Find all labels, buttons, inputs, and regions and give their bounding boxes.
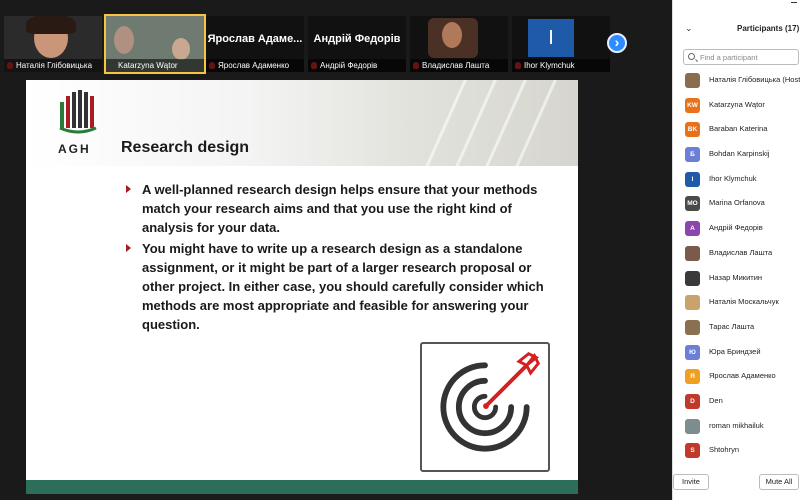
panel-titlebar bbox=[673, 0, 800, 14]
participant-row[interactable]: D Den bbox=[673, 391, 800, 416]
participant-row[interactable]: KW Katarzyna Wątor bbox=[673, 95, 800, 120]
agh-logo bbox=[59, 90, 97, 134]
participant-name: Baraban Katerina bbox=[709, 124, 768, 134]
participant-row[interactable]: Владислав Лашта bbox=[673, 243, 800, 268]
participant-video-face bbox=[442, 22, 462, 48]
participant-video-face bbox=[114, 26, 134, 54]
video-tile-andrii[interactable]: Андрій Федорів Андрій Федорів bbox=[308, 16, 406, 72]
invite-button[interactable]: Invite bbox=[673, 474, 709, 490]
video-tile-name: Андрій Федорів bbox=[308, 59, 406, 72]
video-tile-name: Наталія Глібовицька bbox=[4, 59, 102, 72]
next-page-button[interactable]: › bbox=[607, 33, 627, 53]
bullet-text: You might have to write up a research de… bbox=[142, 241, 544, 332]
avatar: А bbox=[685, 221, 700, 237]
participant-name: Ярослав Адаменко bbox=[709, 371, 776, 381]
video-tile-katarzyna[interactable]: Katarzyna Wątor bbox=[104, 14, 206, 74]
chevron-down-icon[interactable]: ⌄ bbox=[685, 23, 693, 34]
video-tile-nataliia[interactable]: Наталія Глібовицька bbox=[4, 16, 102, 72]
mute-all-button[interactable]: Mute All bbox=[759, 474, 799, 490]
zoom-meeting-window: Наталія Глібовицька Katarzyna Wątor Ярос… bbox=[0, 0, 800, 500]
slide-header bbox=[26, 80, 578, 176]
video-tile-big-name: Андрій Федорів bbox=[313, 33, 401, 45]
participant-name: Shtohryn bbox=[709, 445, 740, 455]
participant-row[interactable]: MO Marina Orfanova bbox=[673, 193, 800, 218]
participants-header: ⌄ Participants (17) bbox=[673, 20, 800, 38]
participant-name: Marina Orfanova bbox=[709, 198, 765, 208]
participant-list: Наталія Глібовицька (Host, me) KW Katarzyn… bbox=[673, 70, 800, 465]
video-tile-name: Владислав Лашта bbox=[410, 59, 508, 72]
participant-row[interactable]: BK Baraban Katerina bbox=[673, 119, 800, 144]
participant-row[interactable]: Ю Юра Бриндзей bbox=[673, 342, 800, 367]
participant-name: Наталія Москальчук bbox=[709, 297, 779, 307]
participant-row[interactable]: Тарас Лашта bbox=[673, 317, 800, 342]
video-tile-vladyslav[interactable]: Владислав Лашта bbox=[410, 16, 508, 72]
avatar: BK bbox=[685, 122, 700, 138]
slide-bullet: You might have to write up a research de… bbox=[126, 239, 546, 334]
participant-row[interactable]: roman mikhailuk bbox=[673, 416, 800, 441]
search-input[interactable] bbox=[700, 52, 796, 63]
search-icon bbox=[688, 53, 695, 60]
participant-name: Тарас Лашта bbox=[709, 321, 755, 331]
slide-bullet-list: A well-planned research design helps ens… bbox=[126, 180, 546, 336]
bullet-text: A well-planned research design helps ens… bbox=[142, 182, 538, 235]
avatar: I bbox=[685, 171, 700, 187]
bullet-arrow-icon bbox=[126, 185, 131, 193]
participant-name: Katarzyna Wątor bbox=[709, 99, 765, 109]
shared-screen-slide: AGH Research design A well-planned resea… bbox=[26, 80, 578, 494]
slide-bullet: A well-planned research design helps ens… bbox=[126, 180, 546, 237]
participant-name: Владислав Лашта bbox=[709, 247, 773, 257]
participant-name: Ihor Klymchuk bbox=[709, 173, 757, 183]
avatar: Ю bbox=[685, 344, 700, 360]
participant-row[interactable]: Наталія Глібовицька (Host, me) bbox=[673, 70, 800, 95]
participant-row[interactable]: Назар Микитин bbox=[673, 268, 800, 293]
avatar: D bbox=[685, 393, 700, 409]
avatar bbox=[685, 319, 700, 335]
participant-name: Bohdan Karpinskij bbox=[709, 149, 770, 159]
participant-row[interactable]: Б Bohdan Karpinskij bbox=[673, 144, 800, 169]
participant-row[interactable]: Наталія Москальчук bbox=[673, 292, 800, 317]
avatar bbox=[685, 295, 700, 311]
target-arrow-icon bbox=[420, 342, 550, 472]
participant-row[interactable]: S Shtohryn bbox=[673, 440, 800, 465]
agh-logo-text: AGH bbox=[58, 142, 91, 156]
avatar bbox=[685, 73, 700, 88]
avatar: I bbox=[528, 19, 574, 57]
minimize-icon[interactable] bbox=[791, 2, 797, 3]
participant-name: Юра Бриндзей bbox=[709, 346, 761, 356]
decorative-stripe bbox=[421, 80, 474, 176]
avatar bbox=[685, 245, 700, 261]
video-tile-name: Ярослав Адаменко bbox=[206, 59, 304, 72]
bullet-arrow-icon bbox=[126, 244, 131, 252]
participants-title: Participants (17) bbox=[737, 24, 800, 33]
avatar: Б bbox=[685, 147, 700, 163]
video-tile-ihor[interactable]: I Ihor Klymchuk bbox=[512, 16, 610, 72]
avatar: KW bbox=[685, 97, 700, 113]
participant-name: roman mikhailuk bbox=[709, 420, 764, 430]
panel-footer: Invite Mute All bbox=[673, 474, 800, 494]
participants-panel: ⌄ Participants (17) Наталія Глібовицька … bbox=[672, 0, 800, 500]
avatar bbox=[685, 418, 700, 434]
avatar: S bbox=[685, 443, 700, 459]
participant-name: Den bbox=[709, 395, 723, 405]
participant-row[interactable]: А Андрій Федорів bbox=[673, 218, 800, 243]
slide-title: Research design bbox=[121, 139, 250, 156]
avatar bbox=[685, 270, 700, 286]
participant-video-hair bbox=[26, 16, 76, 34]
video-tile-name: Katarzyna Wątor bbox=[106, 59, 204, 72]
participant-row[interactable]: I Ihor Klymchuk bbox=[673, 169, 800, 194]
participant-search[interactable] bbox=[683, 49, 799, 65]
video-tile-yaroslav[interactable]: Ярослав Адаме... Ярослав Адаменко bbox=[206, 16, 304, 72]
participant-name: Назар Микитин bbox=[709, 272, 763, 282]
video-tile-big-name: Ярослав Адаме... bbox=[207, 33, 303, 45]
avatar: MO bbox=[685, 196, 700, 212]
participant-row[interactable]: Я Ярослав Адаменко bbox=[673, 366, 800, 391]
participant-video-face bbox=[172, 38, 190, 60]
video-tile-name: Ihor Klymchuk bbox=[512, 59, 610, 72]
participant-name: Наталія Глібовицька (Host, me) bbox=[709, 75, 800, 84]
video-thumbnail-strip: Наталія Глібовицька Katarzyna Wątor Ярос… bbox=[0, 0, 672, 76]
avatar: Я bbox=[685, 369, 700, 385]
slide-footer-bar bbox=[26, 480, 578, 494]
participant-name: Андрій Федорів bbox=[709, 223, 763, 233]
